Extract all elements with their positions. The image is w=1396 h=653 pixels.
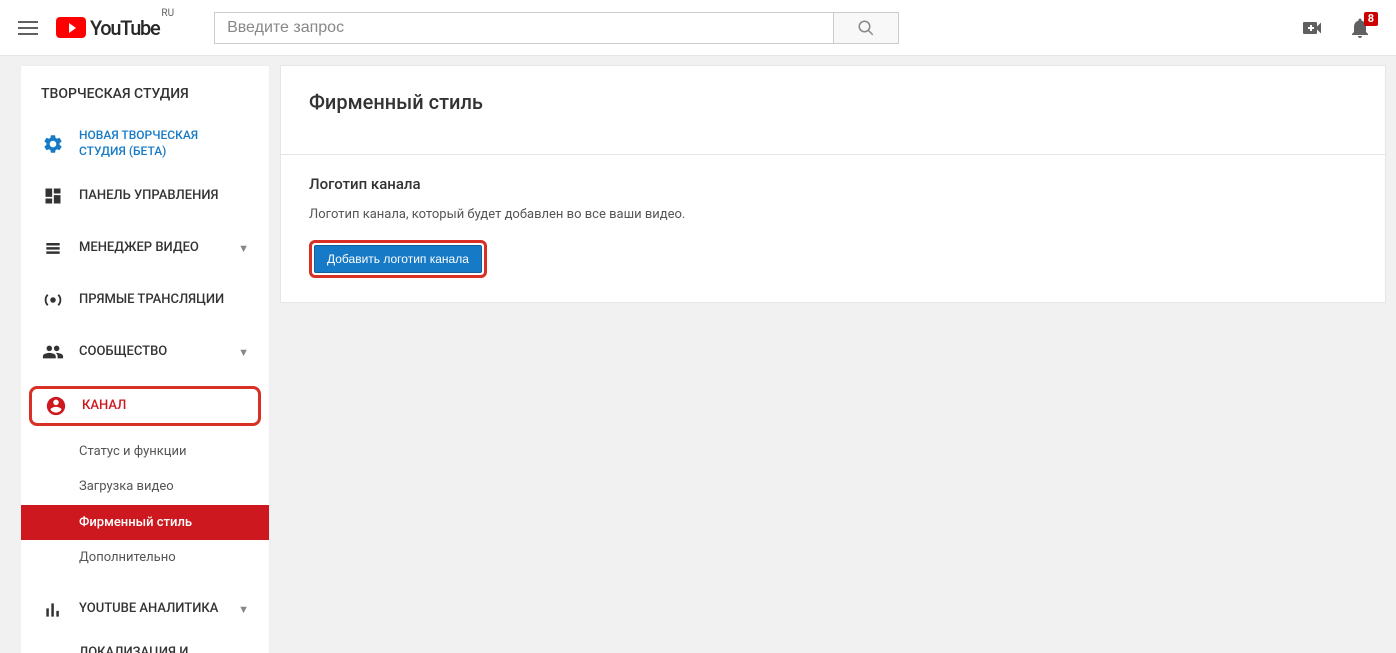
analytics-icon xyxy=(41,598,65,622)
header-actions: 8 xyxy=(1300,16,1380,40)
chevron-down-icon: ▼ xyxy=(238,603,249,616)
header: YouTube RU 8 xyxy=(0,0,1396,56)
channel-sub-upload[interactable]: Загрузка видео xyxy=(21,469,269,504)
sidebar-label: ПРЯМЫЕ ТРАНСЛЯЦИИ xyxy=(79,292,249,309)
sidebar-item-channel[interactable]: КАНАЛ xyxy=(32,394,252,418)
sidebar-label: СООБЩЕСТВО xyxy=(79,344,238,361)
content-card: Фирменный стиль Логотип канала Логотип к… xyxy=(280,65,1386,303)
hamburger-menu-icon[interactable] xyxy=(16,16,40,40)
sidebar-item-beta[interactable]: НОВАЯ ТВОРЧЕСКАЯ СТУДИЯ (БЕТА) xyxy=(21,118,269,170)
channel-sub-advanced[interactable]: Дополнительно xyxy=(21,540,269,575)
sidebar: ТВОРЧЕСКАЯ СТУДИЯ НОВАЯ ТВОРЧЕСКАЯ СТУДИ… xyxy=(20,65,270,653)
chevron-down-icon: ▼ xyxy=(238,242,249,255)
section-title: Логотип канала xyxy=(309,175,1357,193)
sidebar-label: КАНАЛ xyxy=(82,398,240,415)
sidebar-item-video-manager[interactable]: МЕНЕДЖЕР ВИДЕО ▼ xyxy=(21,222,269,274)
notifications-button[interactable]: 8 xyxy=(1348,16,1372,40)
search-input[interactable] xyxy=(214,12,834,44)
sidebar-label: МЕНЕДЖЕР ВИДЕО xyxy=(79,240,238,257)
upload-video-icon[interactable] xyxy=(1300,16,1324,40)
sidebar-heading: ТВОРЧЕСКАЯ СТУДИЯ xyxy=(21,86,269,118)
youtube-logo[interactable]: YouTube RU xyxy=(56,16,174,40)
search-bar xyxy=(214,12,899,44)
channel-sub-status[interactable]: Статус и функции xyxy=(21,434,269,469)
channel-sub-branding[interactable]: Фирменный стиль xyxy=(21,505,269,540)
chevron-down-icon: ▼ xyxy=(238,346,249,359)
highlight-add-logo: Добавить логотип канала xyxy=(309,240,487,278)
divider xyxy=(281,154,1385,155)
search-button[interactable] xyxy=(834,12,899,44)
sidebar-label: ЛОКАЛИЗАЦИЯ И СУБТИТРЫ xyxy=(79,645,238,653)
section-text: Логотип канала, который будет добавлен в… xyxy=(309,207,1357,222)
sidebar-label: НОВАЯ ТВОРЧЕСКАЯ СТУДИЯ (БЕТА) xyxy=(79,128,249,159)
sidebar-item-analytics[interactable]: YOUTUBE АНАЛИТИКА ▼ xyxy=(21,584,269,636)
sidebar-item-dashboard[interactable]: ПАНЕЛЬ УПРАВЛЕНИЯ xyxy=(21,170,269,222)
sidebar-label: YOUTUBE АНАЛИТИКА xyxy=(79,601,238,618)
youtube-region: RU xyxy=(161,8,174,19)
main-content: Фирменный стиль Логотип канала Логотип к… xyxy=(270,56,1396,653)
dashboard-icon xyxy=(41,184,65,208)
page-title: Фирменный стиль xyxy=(309,90,1357,134)
sidebar-item-community[interactable]: СООБЩЕСТВО ▼ xyxy=(21,326,269,378)
search-icon xyxy=(857,19,875,37)
youtube-play-icon xyxy=(56,17,86,38)
youtube-logo-text: YouTube xyxy=(90,16,159,40)
notification-badge: 8 xyxy=(1364,12,1378,26)
community-icon xyxy=(41,340,65,364)
sidebar-label: ПАНЕЛЬ УПРАВЛЕНИЯ xyxy=(79,188,249,205)
live-broadcast-icon xyxy=(41,288,65,312)
video-manager-icon xyxy=(41,236,65,260)
person-circle-icon xyxy=(44,394,68,418)
add-channel-logo-button[interactable]: Добавить логотип канала xyxy=(314,245,482,273)
gear-icon xyxy=(41,132,65,156)
highlight-channel: КАНАЛ xyxy=(29,386,261,426)
sidebar-item-live[interactable]: ПРЯМЫЕ ТРАНСЛЯЦИИ xyxy=(21,274,269,326)
translate-icon xyxy=(41,650,65,653)
sidebar-item-translations[interactable]: ЛОКАЛИЗАЦИЯ И СУБТИТРЫ ▼ xyxy=(21,636,269,653)
